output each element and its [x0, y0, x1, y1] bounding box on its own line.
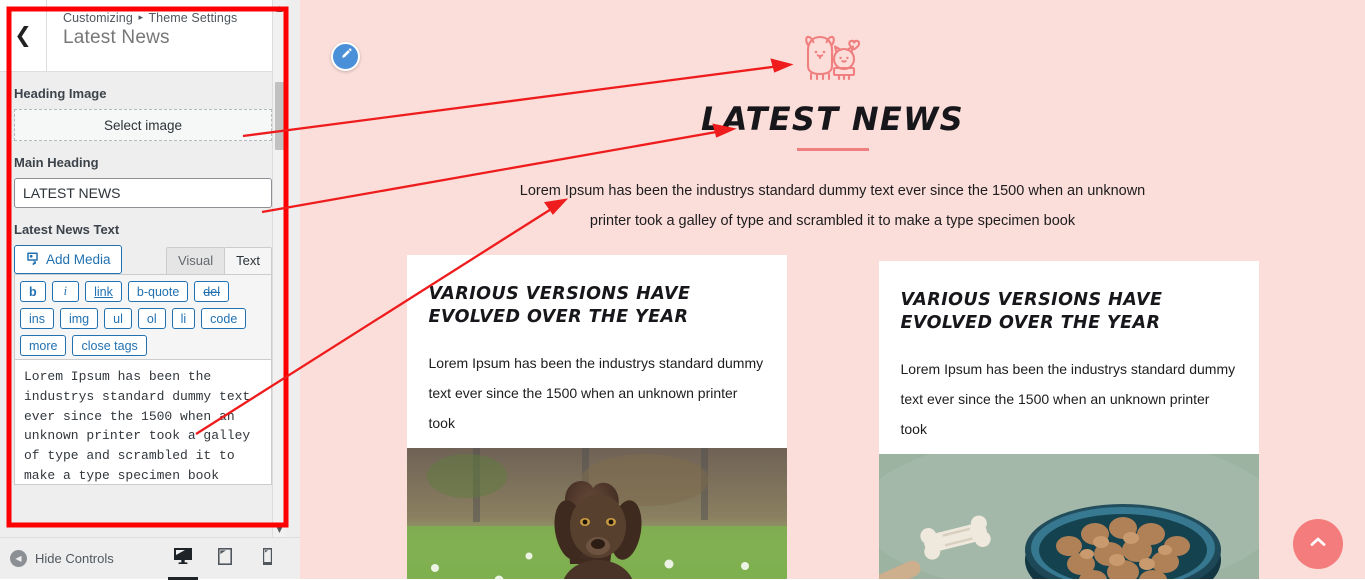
scroll-down-arrow-icon[interactable]: ▼: [273, 521, 286, 537]
editor-toolbar-top: Add Media Visual Text: [14, 245, 272, 274]
news-card-title[interactable]: VARIOUS VERSIONS HAVE EVOLVED OVER THE Y…: [901, 289, 1237, 336]
hero-description-line1: Lorem Ipsum has been the industrys stand…: [519, 183, 1146, 199]
media-icon: [25, 251, 40, 269]
quicktag-close-tags[interactable]: close tags: [72, 335, 147, 356]
hero-section: LATEST NEWS Lorem Ipsum has been the ind…: [300, 0, 1365, 237]
main-heading-control: Main Heading: [14, 155, 272, 208]
latest-news-text-control: Latest News Text Add Media Visual Text b…: [14, 222, 272, 490]
pencil-icon: [339, 47, 353, 66]
customizer-title-group: Customizing ▸ Theme Settings Latest News: [47, 0, 237, 71]
site-preview: LATEST NEWS Lorem Ipsum has been the ind…: [300, 0, 1365, 579]
hide-controls-button[interactable]: ◀ Hide Controls: [10, 550, 114, 567]
breadcrumb-separator-icon: ▸: [138, 12, 144, 22]
scrollbar-thumb[interactable]: [275, 82, 285, 150]
hero-description-line2: printer took a galley of type and scramb…: [589, 212, 1076, 229]
desktop-icon: [173, 547, 193, 570]
tablet-icon: [217, 547, 233, 571]
heading-image-control: Heading Image Select image: [14, 86, 272, 141]
add-media-button[interactable]: Add Media: [14, 245, 122, 274]
quicktag-code[interactable]: code: [201, 308, 247, 329]
customizer-footer: ◀ Hide Controls: [0, 537, 300, 580]
hide-controls-label: Hide Controls: [35, 551, 114, 566]
news-card-title[interactable]: VARIOUS VERSIONS HAVE EVOLVED OVER THE Y…: [429, 283, 765, 330]
quicktag-del[interactable]: del: [194, 281, 229, 302]
brown-dog-on-grass-photo: [406, 447, 787, 579]
latest-news-text-label: Latest News Text: [14, 222, 120, 237]
dog-and-cat-illustration: [300, 28, 1365, 90]
dog-food-bowl-photo: [878, 453, 1259, 579]
latest-news-textarea[interactable]: Lorem Ipsum has been the industrys stand…: [14, 360, 272, 485]
quicktag-bquote[interactable]: b-quote: [127, 281, 189, 302]
main-heading-label: Main Heading: [14, 155, 99, 170]
breadcrumb-parent[interactable]: Theme Settings: [148, 11, 237, 25]
chevron-left-icon: ❮: [14, 23, 32, 47]
news-card-body: VARIOUS VERSIONS HAVE EVOLVED OVER THE Y…: [879, 261, 1259, 454]
quicktag-img[interactable]: img: [59, 308, 99, 329]
mobile-icon: [262, 547, 273, 571]
quicktag-bold[interactable]: b: [20, 281, 46, 302]
main-heading-input[interactable]: [14, 178, 272, 208]
news-card-body: VARIOUS VERSIONS HAVE EVOLVED OVER THE Y…: [407, 255, 787, 448]
quicktag-more[interactable]: more: [20, 335, 67, 356]
chevron-up-icon: [1308, 535, 1328, 554]
news-card[interactable]: VARIOUS VERSIONS HAVE EVOLVED OVER THE Y…: [878, 261, 1259, 579]
heading-image-label: Heading Image: [14, 86, 107, 101]
device-mobile-button[interactable]: [256, 546, 278, 572]
editor-mode-tabs: Visual Text: [165, 247, 272, 274]
device-preview-switcher: [168, 546, 286, 580]
customizer-header: ❮ Customizing ▸ Theme Settings Latest Ne…: [0, 0, 286, 72]
news-card-list: VARIOUS VERSIONS HAVE EVOLVED OVER THE Y…: [300, 255, 1365, 579]
scroll-up-arrow-icon[interactable]: ▲: [273, 0, 286, 16]
quicktag-link[interactable]: link: [85, 281, 122, 302]
quicktags-toolbar: b i link b-quote del ins img ul ol li co…: [14, 274, 272, 360]
news-card-text: Lorem Ipsum has been the industrys stand…: [428, 354, 764, 431]
breadcrumb: Customizing ▸ Theme Settings: [63, 11, 237, 25]
panel-scrollbar[interactable]: ▲ ▼: [272, 0, 286, 537]
customizer-panel: ❮ Customizing ▸ Theme Settings Latest Ne…: [0, 0, 286, 537]
device-tablet-button[interactable]: [214, 546, 236, 572]
quicktag-ins[interactable]: ins: [20, 308, 54, 329]
quicktag-ol[interactable]: ol: [137, 308, 166, 329]
quicktag-italic[interactable]: i: [51, 281, 80, 302]
quicktag-li[interactable]: li: [171, 308, 196, 329]
edit-shortcut-button[interactable]: [331, 42, 360, 71]
scroll-to-top-button[interactable]: [1293, 519, 1343, 569]
collapse-icon: ◀: [10, 550, 27, 567]
customizer-controls: Heading Image Select image Main Heading …: [0, 72, 286, 490]
customizer-sidebar: ❮ Customizing ▸ Theme Settings Latest Ne…: [0, 0, 300, 580]
tab-text[interactable]: Text: [224, 247, 272, 274]
hero-description: Lorem Ipsum has been the industrys stand…: [513, 177, 1153, 237]
customizer-screen: ❮ Customizing ▸ Theme Settings Latest Ne…: [0, 0, 1365, 580]
hero-title: LATEST NEWS: [700, 100, 965, 138]
back-button[interactable]: ❮: [0, 0, 47, 71]
device-desktop-button[interactable]: [168, 546, 198, 580]
news-card-text: Lorem Ipsum has been the industrys stand…: [900, 360, 1236, 437]
quicktag-ul[interactable]: ul: [104, 308, 132, 329]
add-media-label: Add Media: [46, 252, 111, 267]
breadcrumb-root[interactable]: Customizing: [63, 11, 133, 25]
hero-divider: [796, 148, 869, 151]
page-title: Latest News: [63, 27, 170, 48]
news-card[interactable]: VARIOUS VERSIONS HAVE EVOLVED OVER THE Y…: [406, 255, 787, 579]
select-image-button[interactable]: Select image: [14, 109, 272, 141]
tab-visual[interactable]: Visual: [165, 247, 226, 274]
